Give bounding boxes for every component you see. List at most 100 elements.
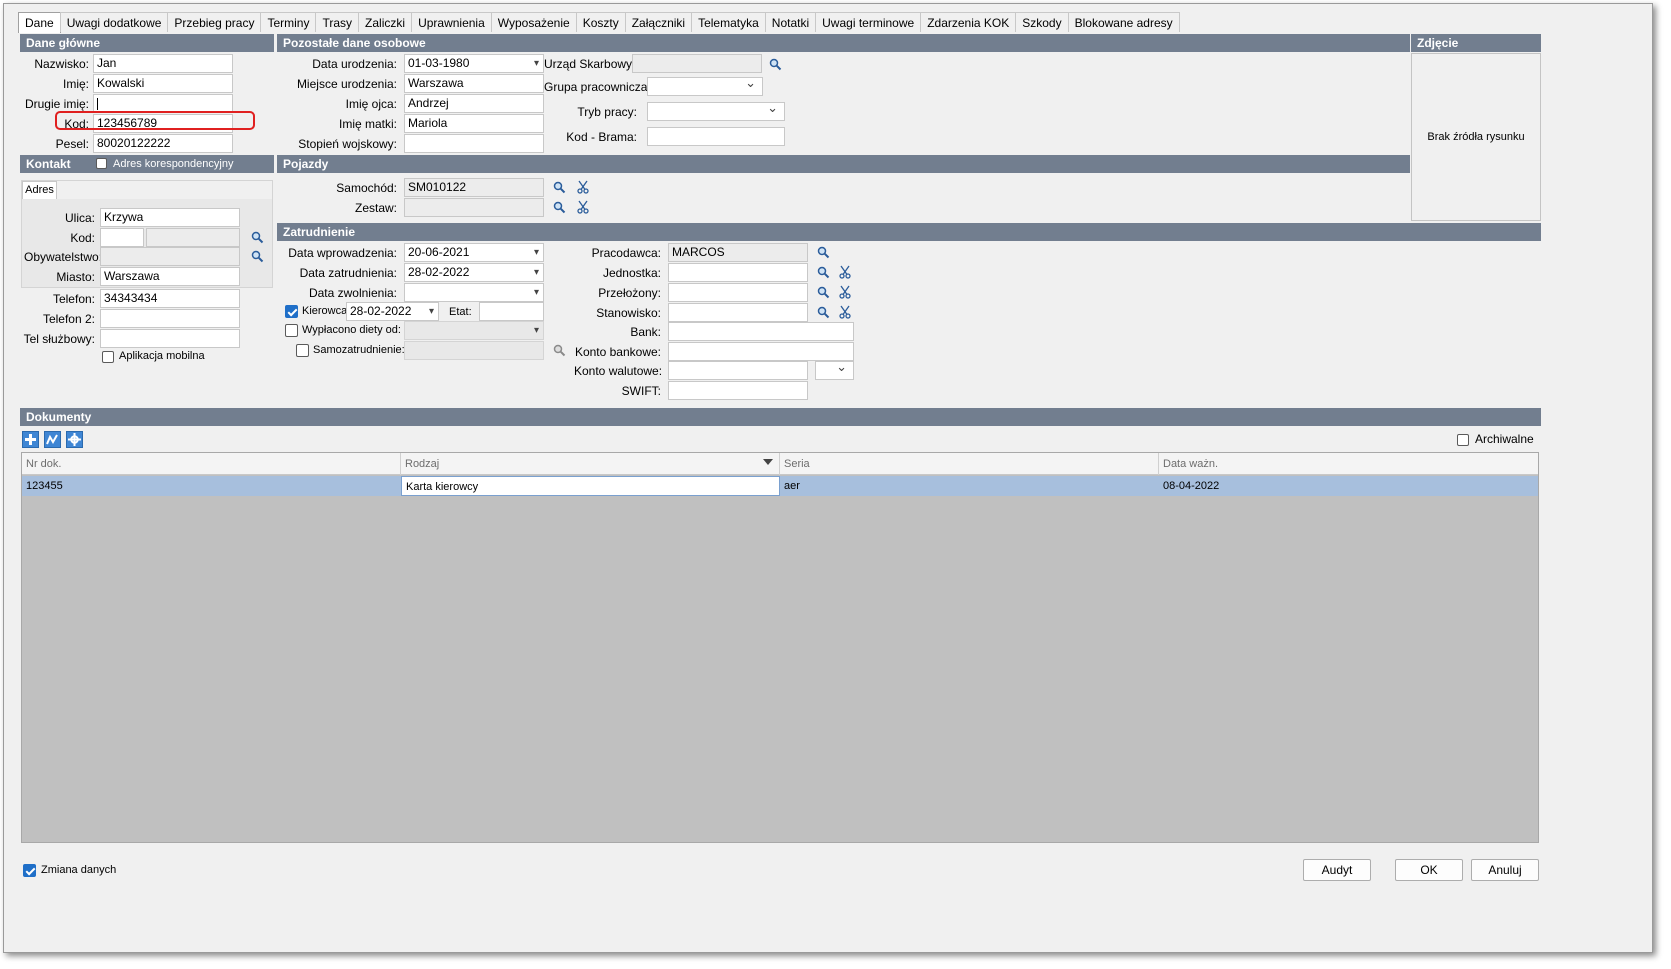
tab-blokowane-adresy[interactable]: Blokowane adresy [1067, 12, 1180, 32]
intro-date-picker[interactable]: 20-06-2021 [404, 243, 544, 262]
search-icon [769, 58, 781, 70]
diety-date-picker[interactable] [404, 321, 544, 340]
mother-name-input[interactable]: Mariola [404, 114, 544, 133]
unit-input[interactable] [668, 263, 808, 282]
corr-address-checkbox[interactable] [96, 158, 107, 169]
tab-przebieg-pracy[interactable]: Przebieg pracy [167, 12, 262, 32]
tab-wyposazenie[interactable]: Wyposażenie [490, 12, 577, 32]
column-header-rodzaj[interactable]: Rodzaj [401, 453, 780, 475]
add-document-button[interactable] [22, 431, 39, 448]
archived-checkbox[interactable] [1457, 434, 1469, 446]
unit-search-button[interactable] [814, 263, 832, 281]
street-input[interactable]: Krzywa [100, 208, 240, 227]
search-icon [817, 246, 829, 258]
set-input[interactable] [404, 198, 544, 217]
self-employment-checkbox[interactable] [296, 344, 309, 357]
set-clear-button[interactable] [574, 198, 592, 216]
unit-clear-button[interactable] [836, 263, 854, 281]
car-search-button[interactable] [550, 178, 568, 196]
tax-office-search-button[interactable] [766, 55, 784, 73]
postal-code-input[interactable] [100, 228, 144, 247]
tab-koszty[interactable]: Koszty [575, 12, 626, 32]
diety-checkbox[interactable] [285, 324, 298, 337]
filter-dropdown-icon[interactable] [763, 459, 773, 465]
car-label: Samochód: [336, 181, 397, 195]
car-clear-button[interactable] [574, 178, 592, 196]
tab-notatki[interactable]: Notatki [764, 12, 817, 32]
pesel-input[interactable]: 80020122222 [93, 134, 233, 153]
release-date-picker[interactable] [404, 283, 544, 302]
tax-office-input[interactable] [632, 54, 762, 73]
city-input[interactable]: Warszawa [100, 267, 240, 286]
postal-search-button[interactable] [248, 228, 266, 246]
bank-account-input[interactable] [668, 342, 854, 361]
surname-input[interactable]: Jan [93, 54, 233, 73]
position-clear-button[interactable] [836, 303, 854, 321]
fx-account-input[interactable] [668, 361, 808, 380]
tab-terminy[interactable]: Terminy [260, 12, 317, 32]
tab-zdarzenia-kok[interactable]: Zdarzenia KOK [920, 12, 1017, 32]
tab-telematyka[interactable]: Telematyka [691, 12, 766, 32]
supervisor-input[interactable] [668, 283, 808, 302]
mobile-app-checkbox[interactable] [102, 351, 114, 363]
tab-uprawnienia[interactable]: Uprawnienia [411, 12, 492, 32]
phone2-input[interactable] [100, 309, 240, 328]
hire-date-picker[interactable]: 28-02-2022 [404, 263, 544, 282]
column-header-seria[interactable]: Seria [780, 453, 1159, 475]
column-header-data[interactable]: Data ważn. [1159, 453, 1538, 475]
self-employment-search-button[interactable] [550, 341, 568, 359]
audit-button[interactable]: Audyt [1303, 859, 1371, 881]
name-input[interactable]: Kowalski [93, 74, 233, 93]
car-input[interactable]: SM010122 [404, 178, 544, 197]
column-header-nr[interactable]: Nr dok. [22, 453, 401, 475]
set-search-button[interactable] [550, 198, 568, 216]
employer-input[interactable]: MARCOS [668, 243, 808, 262]
release-date-label: Data zwolnienia: [308, 286, 397, 300]
work-mode-label: Tryb pracy: [577, 105, 637, 119]
ok-button[interactable]: OK [1395, 859, 1463, 881]
birth-date-picker[interactable]: 01-03-1980 [404, 54, 544, 73]
photo-placeholder[interactable]: Brak źródła rysunku [1411, 53, 1541, 221]
phone-input[interactable]: 34343434 [100, 289, 240, 308]
citizenship-input[interactable] [100, 247, 240, 266]
tab-trasy[interactable]: Trasy [315, 12, 360, 32]
change-data-checkbox[interactable] [23, 864, 36, 877]
work-phone-input[interactable] [100, 329, 240, 348]
supervisor-clear-button[interactable] [836, 283, 854, 301]
work-mode-select[interactable] [647, 102, 785, 121]
tab-dane[interactable]: Dane [18, 12, 61, 33]
tab-zaliczki[interactable]: Zaliczki [358, 12, 413, 32]
worker-group-select[interactable] [647, 77, 763, 96]
gate-code-input[interactable] [647, 127, 785, 146]
driver-checkbox[interactable] [285, 305, 298, 318]
employer-search-button[interactable] [814, 243, 832, 261]
tab-zalaczniki[interactable]: Załączniki [624, 12, 693, 32]
edit-document-button[interactable] [44, 431, 61, 448]
position-input[interactable] [668, 303, 808, 322]
currency-select[interactable] [815, 361, 854, 380]
tab-uwagi-dodatkowe[interactable]: Uwagi dodatkowe [59, 12, 169, 32]
position-search-button[interactable] [814, 303, 832, 321]
birth-date-label: Data urodzenia: [312, 57, 397, 71]
military-rank-input[interactable] [404, 134, 544, 153]
bank-label: Bank: [630, 325, 661, 339]
cancel-button[interactable]: Anuluj [1471, 859, 1539, 881]
name-label: Imię: [62, 77, 89, 91]
etat-input[interactable] [479, 302, 544, 321]
tab-uwagi-terminowe[interactable]: Uwagi terminowe [815, 12, 922, 32]
father-name-input[interactable]: Andrzej [404, 94, 544, 113]
tax-office-label: Urząd Skarbowy: [544, 57, 636, 71]
supervisor-search-button[interactable] [814, 283, 832, 301]
swift-input[interactable] [668, 381, 808, 400]
bank-input[interactable] [668, 322, 854, 341]
street-label: Ulica: [64, 211, 95, 225]
delete-document-button[interactable] [66, 431, 83, 448]
driver-date-picker[interactable]: 28-02-2022 [346, 302, 439, 321]
postal-city-input[interactable] [146, 228, 240, 247]
cell-rodzaj[interactable]: Karta kierowcy [401, 476, 780, 496]
tab-szkody[interactable]: Szkody [1015, 12, 1069, 32]
tab-adres[interactable]: Adres [22, 181, 57, 199]
self-employment-input[interactable] [404, 341, 544, 360]
birth-place-input[interactable]: Warszawa [404, 74, 544, 93]
citizenship-search-button[interactable] [248, 247, 266, 265]
